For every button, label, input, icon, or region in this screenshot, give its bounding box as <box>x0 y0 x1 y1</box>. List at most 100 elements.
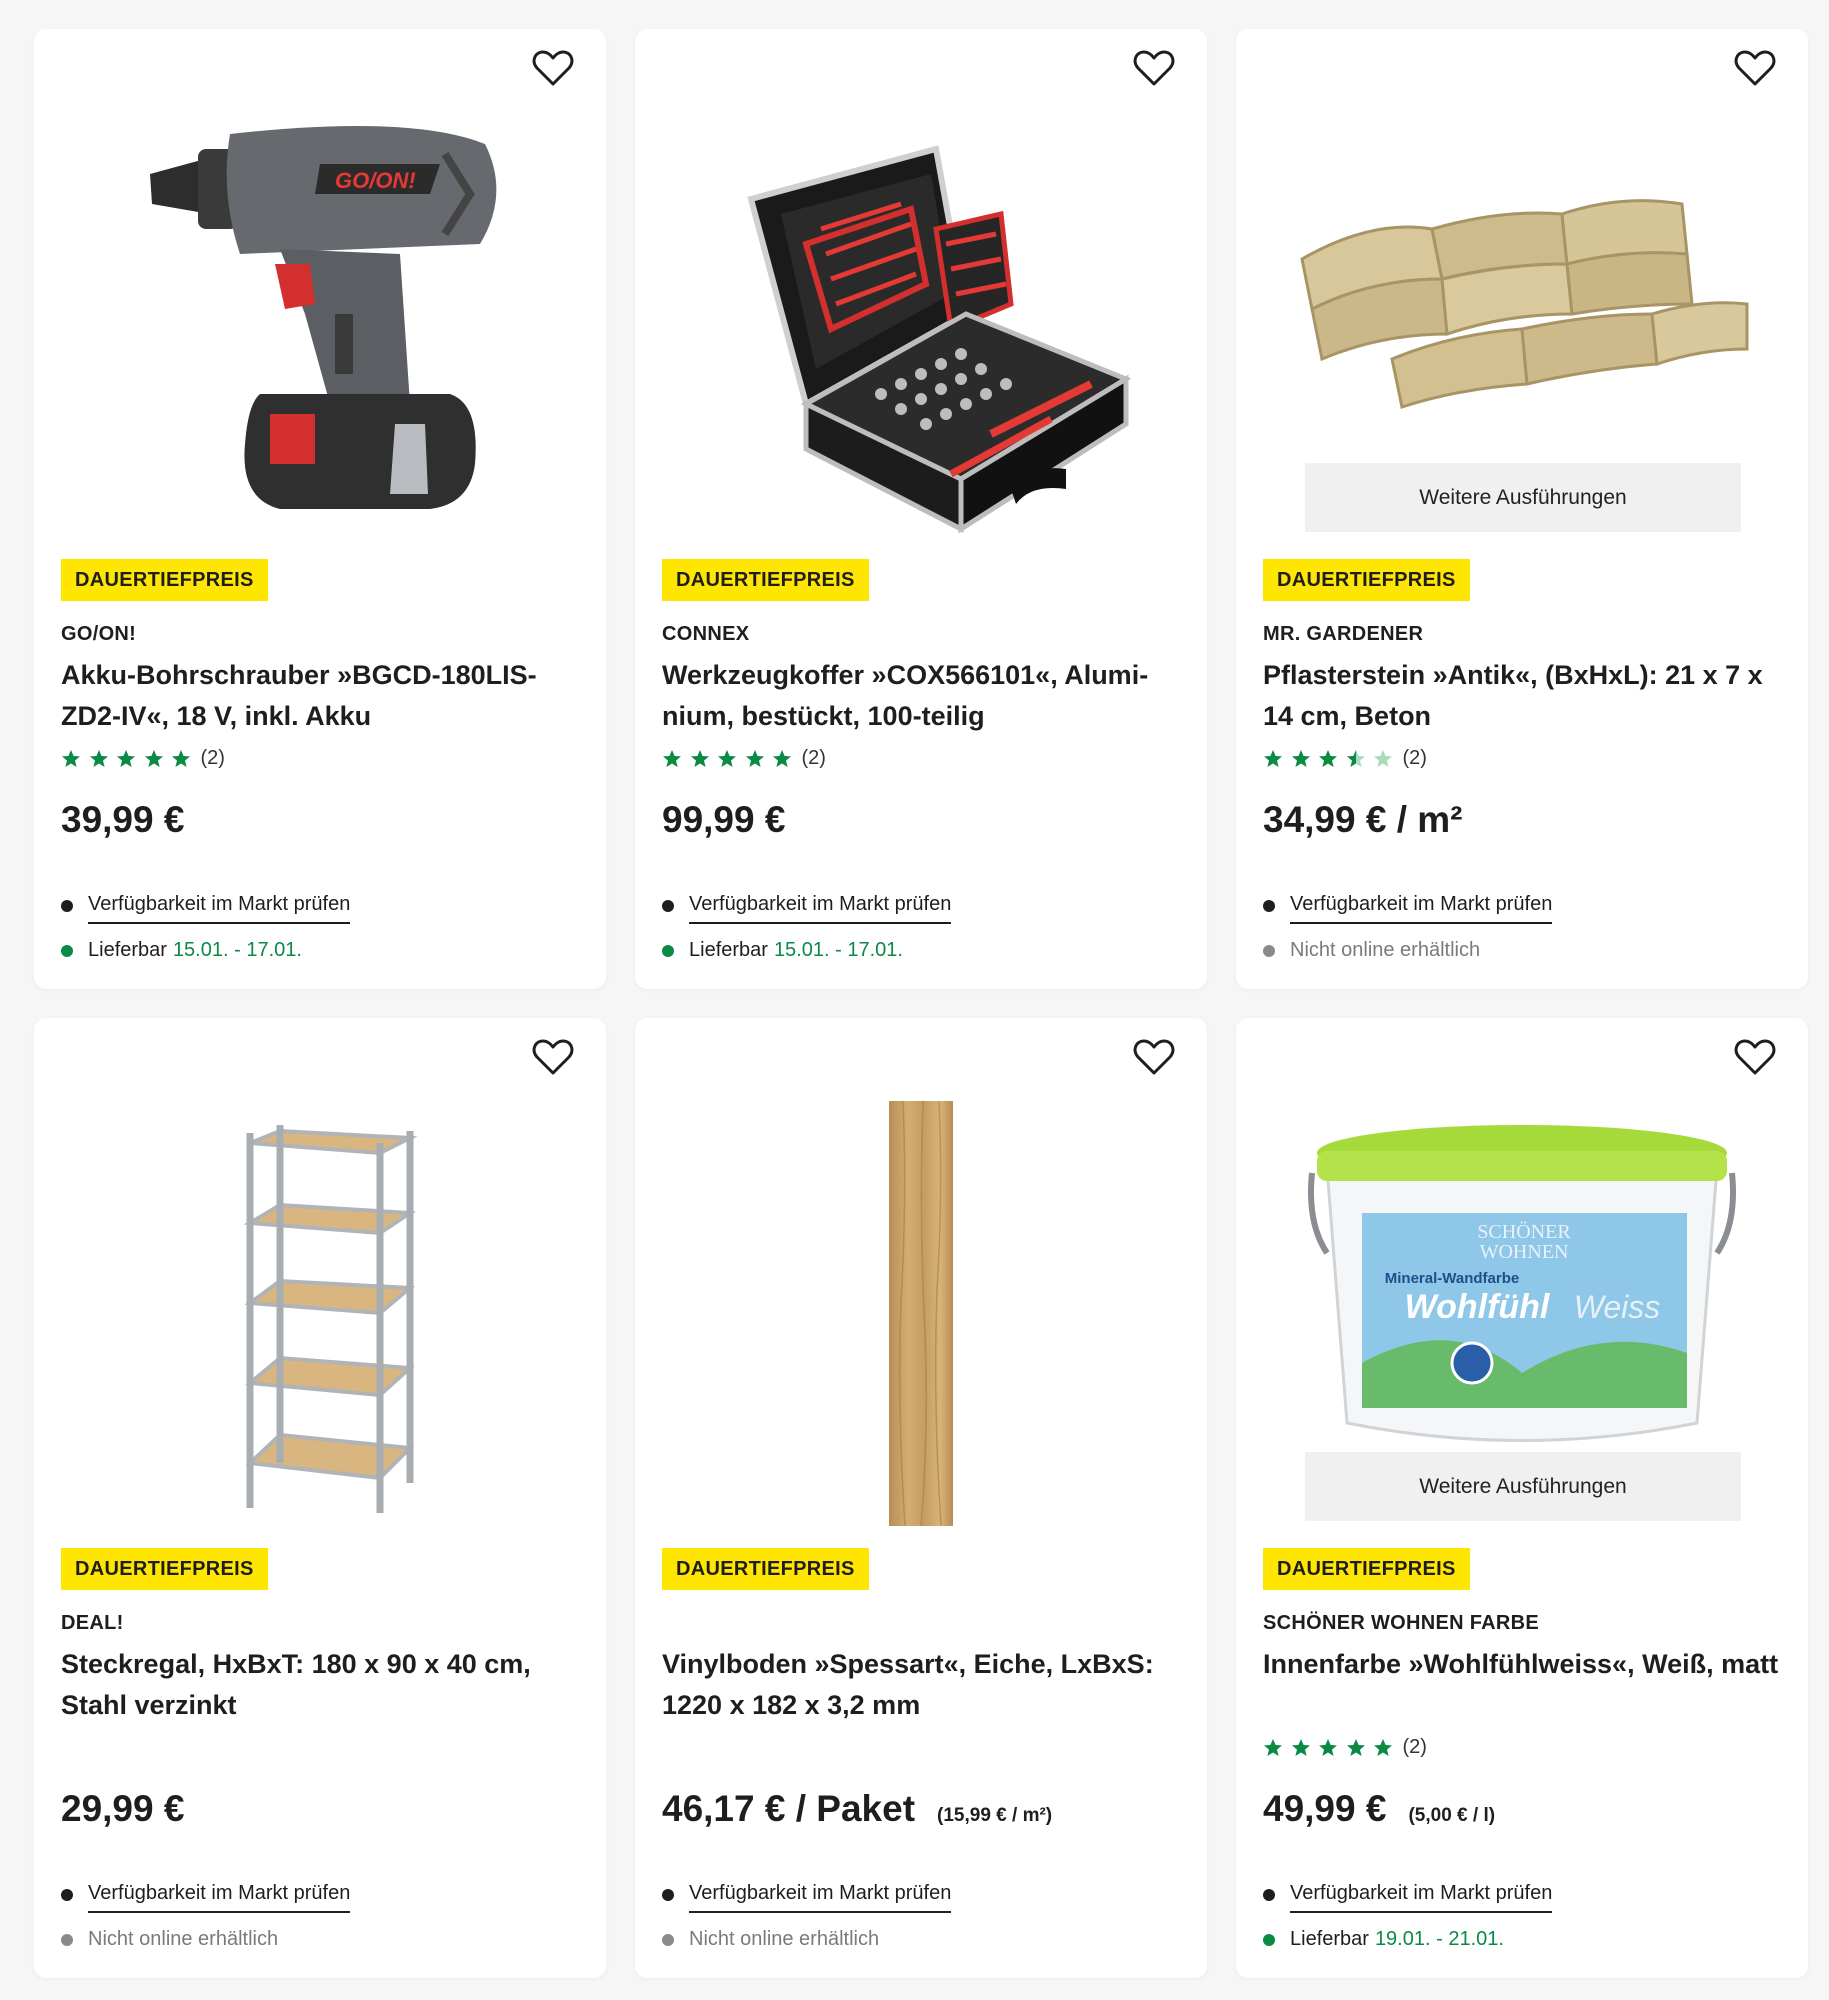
star-icon <box>1319 1738 1337 1756</box>
paving-stones-image[interactable] <box>1236 89 1808 469</box>
product-title[interactable]: Akku-Bohrschrauber »BGCD-180LIS-ZD2-IV«,… <box>61 655 581 737</box>
delivery-status: Nicht online erhältlich <box>1263 939 1480 962</box>
delivery-status: Lieferbar 19.01. - 21.01. <box>1263 1928 1504 1951</box>
delivery-dates: 19.01. - 21.01. <box>1374 1928 1504 1950</box>
price-badge: DAUERTIEFPREIS <box>61 559 268 601</box>
store-availability-link[interactable]: Verfügbarkeit im Markt prüfen <box>662 887 952 924</box>
bucket-label-line5: Weiss <box>1574 1289 1661 1325</box>
wishlist-heart-icon[interactable] <box>528 43 578 93</box>
wishlist-heart-icon[interactable] <box>1730 43 1780 93</box>
star-icon <box>745 749 764 767</box>
rating: (2) <box>1263 747 1427 770</box>
product-card[interactable]: SCHÖNER WOHNEN Mineral-Wandfarbe Wohlfüh… <box>1236 1018 1808 1978</box>
star-icon <box>1291 749 1310 767</box>
product-grid: GO/ON! DAUERTIEFPREIS GO/ON! Akku-Bohrsc… <box>34 29 1808 1978</box>
store-availability-label: Verfügbarkeit im Markt prüfen <box>689 1882 952 1913</box>
delivery-dates: 15.01. - 17.01. <box>773 939 903 961</box>
price-value: 29,99 € <box>61 1788 185 1829</box>
delivery-label: Nicht online erhältlich <box>1290 939 1481 961</box>
store-availability-label: Verfügbarkeit im Markt prüfen <box>1290 1882 1553 1913</box>
star-empty-icon <box>1374 749 1392 767</box>
brand-name: CONNEX <box>662 623 750 645</box>
rating: (2) <box>1263 1736 1427 1759</box>
delivery-dates: 15.01. - 17.01. <box>172 939 302 961</box>
product-title[interactable]: Vinylboden »Spessart«, Eiche, LxBxS: 122… <box>662 1644 1182 1726</box>
wishlist-heart-icon[interactable] <box>1129 43 1179 93</box>
drill-brand-label: GO/ON! <box>335 168 416 193</box>
store-availability-label: Verfügbarkeit im Markt prüfen <box>88 1882 351 1913</box>
price-badge: DAUERTIEFPREIS <box>662 559 869 601</box>
store-availability-link[interactable]: Verfügbarkeit im Markt prüfen <box>61 887 351 924</box>
product-title[interactable]: Steckregal, HxBxT: 180 x 90 x 40 cm, Sta… <box>61 1644 581 1726</box>
star-icon <box>172 749 190 767</box>
star-icon <box>144 749 163 767</box>
bullet-icon <box>61 899 73 912</box>
cordless-drill-image[interactable]: GO/ON! <box>34 89 606 559</box>
wishlist-heart-icon[interactable] <box>1129 1032 1179 1082</box>
product-card[interactable]: GO/ON! DAUERTIEFPREIS GO/ON! Akku-Bohrsc… <box>34 29 606 989</box>
delivery-status: Nicht online erhältlich <box>662 1928 879 1951</box>
delivery-label: Lieferbar <box>1290 1928 1369 1950</box>
delivery-status: Nicht online erhältlich <box>61 1928 278 1951</box>
bullet-icon <box>1263 899 1275 912</box>
price-badge: DAUERTIEFPREIS <box>1263 559 1470 601</box>
star-icon <box>117 749 135 767</box>
bullet-icon <box>1263 1888 1275 1901</box>
paint-bucket-image[interactable]: SCHÖNER WOHNEN Mineral-Wandfarbe Wohlfüh… <box>1236 1098 1808 1468</box>
rating-count: (2) <box>200 747 225 769</box>
price-badge: DAUERTIEFPREIS <box>1263 1548 1470 1590</box>
brand-name: GO/ON! <box>61 623 137 645</box>
price-value: 39,99 € <box>61 799 185 840</box>
product-title[interactable]: Pflasterstein »Antik«, (BxHxL): 21 x 7 x… <box>1263 655 1783 737</box>
product-card[interactable]: DAUERTIEFPREIS CONNEX Werkzeugkoffer »CO… <box>635 29 1207 989</box>
status-dot-icon <box>61 1933 73 1946</box>
product-title[interactable]: Werkzeugkoffer »COX566101«, Alumi-nium, … <box>662 655 1182 737</box>
bucket-label-line4: Wohlfühl <box>1405 1288 1551 1326</box>
store-availability-label: Verfügbarkeit im Markt prüfen <box>1290 893 1553 924</box>
store-availability-link[interactable]: Verfügbarkeit im Markt prüfen <box>662 1876 952 1913</box>
bullet-icon <box>662 1888 674 1901</box>
star-half-icon <box>1346 749 1365 767</box>
product-title[interactable]: Innenfarbe »Wohlfühlweiss«, Weiß, matt <box>1263 1644 1783 1685</box>
price: 29,99 € <box>61 1788 184 1830</box>
price-value: 46,17 € / Paket <box>662 1788 916 1829</box>
delivery-label: Lieferbar <box>88 939 167 961</box>
store-availability-label: Verfügbarkeit im Markt prüfen <box>689 893 952 924</box>
metal-shelf-image[interactable] <box>34 1078 606 1548</box>
tool-case-image[interactable] <box>635 89 1207 559</box>
brand-name: SCHÖNER WOHNEN FARBE <box>1263 1612 1540 1634</box>
star-icon <box>89 749 108 767</box>
bucket-label-line2: WOHNEN <box>1480 1241 1569 1263</box>
vinyl-plank-image[interactable] <box>635 1078 1207 1548</box>
star-icon <box>663 749 681 767</box>
delivery-status: Lieferbar 15.01. - 17.01. <box>61 939 302 962</box>
star-icon <box>718 749 736 767</box>
brand-name: DEAL! <box>61 1612 124 1634</box>
price: 49,99 € (5,00 € / l) <box>1263 1788 1495 1830</box>
delivery-label: Nicht online erhältlich <box>88 1928 279 1950</box>
wishlist-heart-icon[interactable] <box>1730 1032 1780 1082</box>
product-card[interactable]: DAUERTIEFPREIS Vinylboden »Spessart«, Ei… <box>635 1018 1207 1978</box>
star-icon <box>1319 749 1337 767</box>
product-card[interactable]: DAUERTIEFPREIS DEAL! Steckregal, HxBxT: … <box>34 1018 606 1978</box>
star-icon <box>1374 1738 1392 1756</box>
status-dot-icon <box>1263 944 1275 957</box>
status-dot-icon <box>662 944 674 957</box>
rating-count: (2) <box>1402 747 1427 769</box>
more-variants-button[interactable]: Weitere Ausführungen <box>1305 1452 1741 1521</box>
delivery-label: Nicht online erhältlich <box>689 1928 880 1950</box>
price-badge: DAUERTIEFPREIS <box>61 1548 268 1590</box>
wishlist-heart-icon[interactable] <box>528 1032 578 1082</box>
unit-price: (5,00 € / l) <box>1408 1805 1496 1826</box>
price: 99,99 € <box>662 799 785 841</box>
more-variants-button[interactable]: Weitere Ausführungen <box>1305 463 1741 532</box>
store-availability-link[interactable]: Verfügbarkeit im Markt prüfen <box>61 1876 351 1913</box>
store-availability-link[interactable]: Verfügbarkeit im Markt prüfen <box>1263 887 1553 924</box>
price: 34,99 € / m² <box>1263 799 1463 841</box>
rating-count: (2) <box>801 747 826 769</box>
bullet-icon <box>61 1888 73 1901</box>
price: 39,99 € <box>61 799 184 841</box>
product-card[interactable]: Weitere Ausführungen DAUERTIEFPREIS MR. … <box>1236 29 1808 989</box>
store-availability-label: Verfügbarkeit im Markt prüfen <box>88 893 351 924</box>
store-availability-link[interactable]: Verfügbarkeit im Markt prüfen <box>1263 1876 1553 1913</box>
